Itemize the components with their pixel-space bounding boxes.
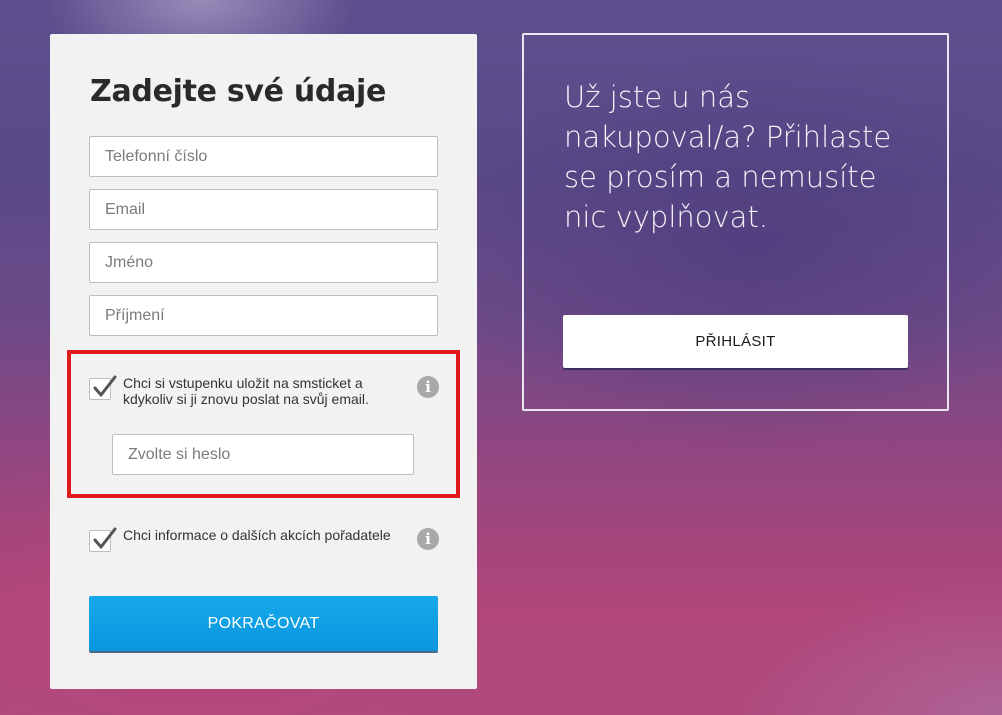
email-input[interactable] — [89, 189, 438, 230]
newsletter-option: Chci informace o dalších akcích pořadate… — [89, 527, 439, 555]
newsletter-checkbox[interactable] — [89, 527, 117, 552]
last-name-input[interactable] — [89, 295, 438, 336]
first-name-input[interactable] — [89, 242, 438, 283]
highlight-frame — [67, 350, 460, 498]
checkmark-icon — [93, 375, 117, 397]
save-ticket-checkbox[interactable] — [89, 375, 117, 400]
checkmark-icon — [93, 527, 117, 549]
form-title: Zadejte své údaje — [90, 74, 387, 109]
save-ticket-option: Chci si vstupenku uložit na smsticket a … — [89, 375, 439, 411]
contact-form-panel: Zadejte své údaje Chci si vstupenku ulož… — [50, 34, 477, 689]
password-input[interactable] — [112, 434, 414, 475]
info-icon[interactable]: i — [417, 376, 439, 398]
continue-button[interactable]: POKRAČOVAT — [89, 596, 438, 651]
info-icon[interactable]: i — [417, 528, 439, 550]
login-prompt: Už jste u nás nakupoval/a? Přihlaste se … — [564, 80, 892, 234]
login-panel: Už jste u nás nakupoval/a? Přihlaste se … — [522, 33, 949, 411]
newsletter-label: Chci informace o dalších akcích pořadate… — [123, 527, 391, 543]
login-button[interactable]: PŘIHLÁSIT — [563, 315, 908, 368]
save-ticket-label: Chci si vstupenku uložit na smsticket a … — [123, 375, 369, 407]
phone-input[interactable] — [89, 136, 438, 177]
